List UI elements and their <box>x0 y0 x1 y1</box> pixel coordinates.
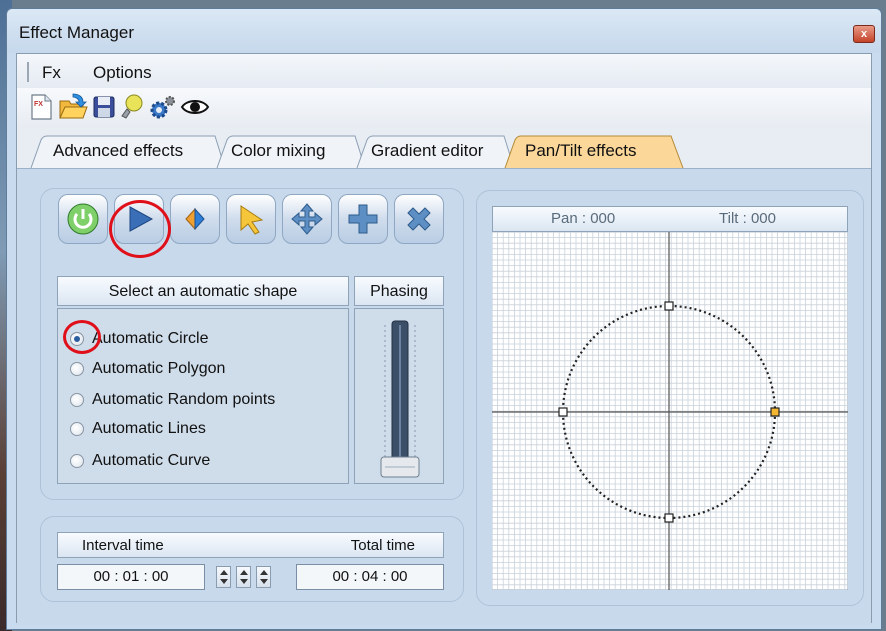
total-time-field[interactable]: 00 : 04 : 00 <box>296 564 444 590</box>
move-button[interactable] <box>282 194 332 244</box>
svg-text:FX: FX <box>34 101 43 108</box>
open-folder-icon[interactable] <box>57 92 88 120</box>
power-button[interactable] <box>58 194 108 244</box>
save-icon[interactable] <box>89 92 119 120</box>
radio-label: Automatic Polygon <box>92 360 226 377</box>
tab-pan-tilt-effects[interactable]: Pan/Tilt effects <box>505 134 683 168</box>
interval-time-label: Interval time <box>82 537 164 554</box>
delete-icon <box>407 207 431 231</box>
move-icon <box>291 203 323 235</box>
interval-time-field[interactable]: 00 : 01 : 00 <box>57 564 205 590</box>
radio-label: Automatic Lines <box>92 420 206 437</box>
add-button[interactable] <box>338 194 388 244</box>
radio-button[interactable] <box>70 454 84 468</box>
control-point[interactable] <box>558 407 568 417</box>
tab-label: Advanced effects <box>53 141 184 160</box>
tab-label: Gradient editor <box>371 141 484 160</box>
tab-label: Pan/Tilt effects <box>525 141 637 160</box>
total-time-label: Total time <box>350 537 415 554</box>
menu-grip <box>27 62 29 82</box>
pan-tilt-grid[interactable] <box>491 231 849 591</box>
title-bar[interactable]: Effect Manager x <box>7 9 881 53</box>
pan-tilt-grid-svg <box>491 231 849 591</box>
menu-bar: Fx Options <box>17 54 871 89</box>
radio-label: Automatic Circle <box>92 330 209 347</box>
pan-readout: Pan : 000 <box>551 210 616 227</box>
settings-gears-icon[interactable] <box>147 92 177 120</box>
annotation-circle-play <box>109 200 171 258</box>
control-point[interactable] <box>770 407 780 417</box>
close-button[interactable]: x <box>853 25 875 43</box>
control-point[interactable] <box>664 301 674 311</box>
radio-button[interactable] <box>70 362 84 376</box>
pan-tilt-readout: Pan : 000 Tilt : 000 <box>492 206 848 232</box>
phasing-slider[interactable] <box>355 309 445 485</box>
annotation-circle-radio <box>63 320 101 354</box>
radio-label: Automatic Random points <box>92 391 276 408</box>
tab-label: Color mixing <box>231 141 326 160</box>
menu-options[interactable]: Options <box>93 63 152 83</box>
shape-list-header: Select an automatic shape <box>57 276 349 306</box>
pointer-button[interactable] <box>226 194 276 244</box>
preview-eye-icon[interactable] <box>179 92 210 120</box>
delete-button[interactable] <box>394 194 444 244</box>
radio-button[interactable] <box>70 422 84 436</box>
hours-spinner[interactable] <box>216 566 231 588</box>
phasing-slider-box <box>354 308 444 484</box>
tab-advanced-effects[interactable]: Advanced effects <box>31 134 225 168</box>
pointer-icon <box>240 205 264 235</box>
tab-gradient-editor[interactable]: Gradient editor <box>357 134 514 168</box>
radio-button[interactable] <box>70 393 84 407</box>
minutes-spinner[interactable] <box>236 566 251 588</box>
timing-header: Interval time Total time <box>57 532 444 558</box>
stop-button[interactable] <box>170 194 220 244</box>
lightbulb-icon[interactable] <box>117 92 147 120</box>
seconds-spinner[interactable] <box>256 566 271 588</box>
tab-row: Advanced effects Color mixing Gradient e… <box>17 134 871 168</box>
phasing-header: Phasing <box>354 276 444 306</box>
add-icon <box>348 204 378 234</box>
tab-color-mixing[interactable]: Color mixing <box>217 134 365 168</box>
new-effect-icon[interactable]: FX <box>27 92 57 120</box>
radio-label: Automatic Curve <box>92 452 211 469</box>
stop-icon <box>185 207 205 231</box>
control-point[interactable] <box>664 513 674 523</box>
tilt-readout: Tilt : 000 <box>719 210 776 227</box>
toolbar: FX <box>17 88 871 128</box>
window-title: Effect Manager <box>19 23 134 42</box>
menu-fx[interactable]: Fx <box>42 63 61 83</box>
power-icon <box>67 203 99 235</box>
